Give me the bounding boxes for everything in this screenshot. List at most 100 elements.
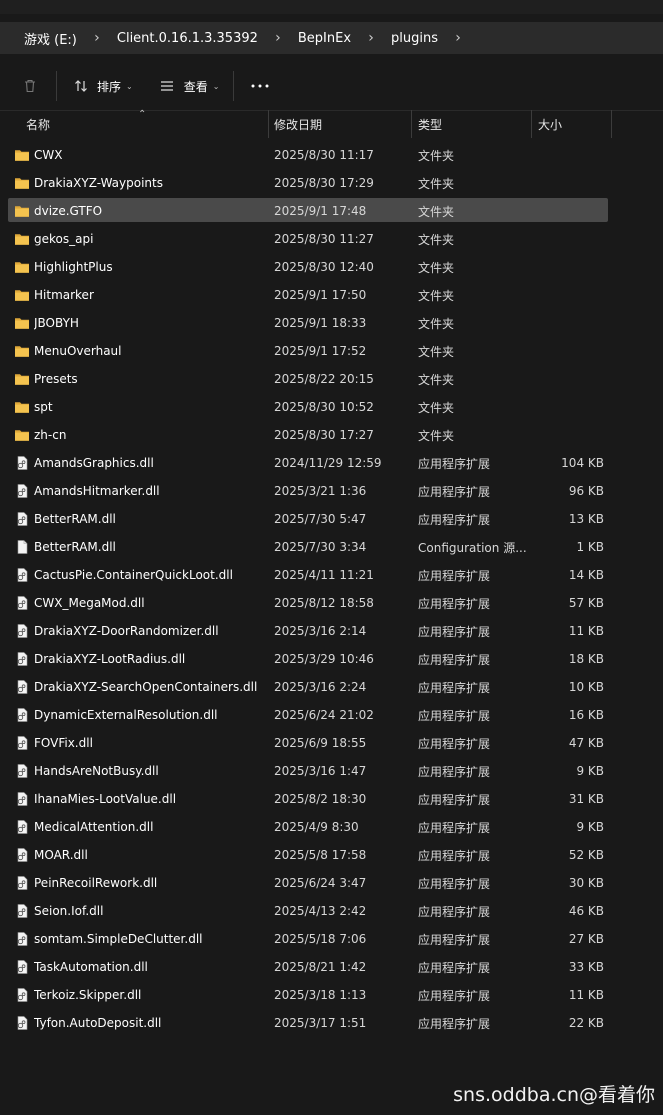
file-row[interactable]: MenuOverhaul 2025/9/1 17:52 文件夹 <box>0 337 663 365</box>
file-row[interactable]: FOVFix.dll 2025/6/9 18:55 应用程序扩展 47 KB <box>0 729 663 757</box>
file-type: Configuration 源... <box>418 540 526 555</box>
folder-icon <box>15 402 29 413</box>
file-date: 2025/6/24 3:47 <box>274 876 367 890</box>
file-type: 应用程序扩展 <box>418 904 491 919</box>
file-name: CactusPie.ContainerQuickLoot.dll <box>34 568 233 582</box>
file-row[interactable]: dvize.GTFO 2025/9/1 17:48 文件夹 <box>0 197 663 225</box>
delete-button[interactable] <box>12 70 48 102</box>
file-row[interactable]: DrakiaXYZ-DoorRandomizer.dll 2025/3/16 2:… <box>0 617 663 645</box>
chevron-right-icon[interactable]: › <box>444 30 472 46</box>
file-row[interactable]: Hitmarker 2025/9/1 17:50 文件夹 <box>0 281 663 309</box>
trash-icon <box>25 79 35 93</box>
file-date: 2025/5/8 17:58 <box>274 848 367 862</box>
more-options-button[interactable] <box>248 70 272 102</box>
dll-file-icon <box>17 932 28 946</box>
file-row[interactable]: zh-cn 2025/8/30 17:27 文件夹 <box>0 421 663 449</box>
header-date[interactable]: 修改日期 <box>274 110 322 138</box>
chevron-right-icon[interactable]: › <box>83 30 111 46</box>
folder-icon <box>15 318 29 329</box>
file-row[interactable]: HandsAreNotBusy.dll 2025/3/16 1:47 应用程序扩展 9… <box>0 757 663 785</box>
file-date: 2025/5/18 7:06 <box>274 932 367 946</box>
file-row[interactable]: IhanaMies-LootValue.dll 2025/8/2 18:30 应用程… <box>0 785 663 813</box>
file-row[interactable]: DrakiaXYZ-SearchOpenContainers.dll 2025/3… <box>0 673 663 701</box>
file-row[interactable]: DrakiaXYZ-Waypoints 2025/8/30 17:29 文件夹 <box>0 169 663 197</box>
file-row[interactable]: CactusPie.ContainerQuickLoot.dll 2025/4/1… <box>0 561 663 589</box>
file-date: 2025/3/16 2:24 <box>274 680 367 694</box>
file-row[interactable]: DrakiaXYZ-LootRadius.dll 2025/3/29 10:46 应… <box>0 645 663 673</box>
address-bar[interactable]: 游戏 (E:) › Client.0.16.1.3.35392 › BepInE… <box>0 22 663 54</box>
file-row[interactable]: AmandsHitmarker.dll 2025/3/21 1:36 应用程序扩展 9… <box>0 477 663 505</box>
file-name: IhanaMies-LootValue.dll <box>34 792 177 806</box>
file-date: 2025/6/9 18:55 <box>274 736 367 750</box>
file-date: 2025/4/13 2:42 <box>274 904 367 918</box>
folder-icon <box>15 290 29 301</box>
file-name: BetterRAM.dll <box>34 512 116 526</box>
header-type[interactable]: 类型 <box>418 110 442 138</box>
file-row[interactable]: TaskAutomation.dll 2025/8/21 1:42 应用程序扩展 33… <box>0 953 663 981</box>
file-row[interactable]: somtam.SimpleDeClutter.dll 2025/5/18 7:06… <box>0 925 663 953</box>
file-date: 2025/8/30 17:27 <box>274 428 374 442</box>
column-divider[interactable] <box>411 110 412 138</box>
file-name: DrakiaXYZ-DoorRandomizer.dll <box>34 624 219 638</box>
file-row[interactable]: gekos_api 2025/8/30 11:27 文件夹 <box>0 225 663 253</box>
file-icon <box>17 540 28 554</box>
breadcrumb-drive[interactable]: 游戏 (E:) › <box>0 22 111 54</box>
file-row[interactable]: MOAR.dll 2025/5/8 17:58 应用程序扩展 52 KB <box>0 841 663 869</box>
file-row[interactable]: CWX_MegaMod.dll 2025/8/12 18:58 应用程序扩展 57 K… <box>0 589 663 617</box>
chevron-right-icon[interactable]: › <box>357 30 385 46</box>
file-size <box>530 141 604 169</box>
file-row[interactable]: Terkoiz.Skipper.dll 2025/3/18 1:13 应用程序扩展 1… <box>0 981 663 1009</box>
file-row[interactable]: Presets 2025/8/22 20:15 文件夹 <box>0 365 663 393</box>
file-row[interactable]: HighlightPlus 2025/8/30 12:40 文件夹 <box>0 253 663 281</box>
file-row[interactable]: BetterRAM.dll 2025/7/30 3:34 Configuration… <box>0 533 663 561</box>
dll-file-icon <box>17 848 28 862</box>
chevron-right-icon[interactable]: › <box>264 30 292 46</box>
column-divider[interactable] <box>531 110 532 138</box>
file-type: 应用程序扩展 <box>418 792 491 807</box>
column-divider[interactable] <box>611 110 612 138</box>
file-row[interactable]: Tyfon.AutoDeposit.dll 2025/3/17 1:51 应用程序扩… <box>0 1009 663 1037</box>
dll-file-icon <box>17 512 28 526</box>
file-type: 文件夹 <box>418 372 455 387</box>
folder-icon <box>15 262 29 273</box>
file-row[interactable]: MedicalAttention.dll 2025/4/9 8:30 应用程序扩展 9… <box>0 813 663 841</box>
file-type: 应用程序扩展 <box>418 960 491 975</box>
column-divider[interactable] <box>268 110 269 138</box>
file-type: 文件夹 <box>418 288 455 303</box>
breadcrumb-plugins[interactable]: plugins › <box>385 22 472 54</box>
file-type: 应用程序扩展 <box>418 708 491 723</box>
file-size: 30 KB <box>568 876 604 890</box>
file-date: 2025/8/21 1:42 <box>274 960 367 974</box>
file-size: 13 KB <box>568 512 604 526</box>
view-button[interactable]: 查看 ⌄ <box>159 70 219 102</box>
file-type: 应用程序扩展 <box>418 652 491 667</box>
file-row[interactable]: BetterRAM.dll 2025/7/30 5:47 应用程序扩展 13 KB <box>0 505 663 533</box>
breadcrumb-bepinex[interactable]: BepInEx › <box>292 22 385 54</box>
file-row[interactable]: DynamicExternalResolution.dll 2025/6/24 2… <box>0 701 663 729</box>
file-row[interactable]: JBOBYH 2025/9/1 18:33 文件夹 <box>0 309 663 337</box>
file-name: zh-cn <box>34 428 67 442</box>
file-size <box>530 253 604 281</box>
toolbar-divider <box>233 71 235 101</box>
file-date: 2024/11/29 12:59 <box>274 456 382 470</box>
file-row[interactable]: spt 2025/8/30 10:52 文件夹 <box>0 393 663 421</box>
file-size: 27 KB <box>568 932 604 946</box>
file-type: 应用程序扩展 <box>418 512 491 527</box>
file-date: 2025/8/30 11:17 <box>274 148 374 162</box>
breadcrumb-client[interactable]: Client.0.16.1.3.35392 › <box>111 22 292 54</box>
header-name[interactable]: 名称 <box>26 110 50 138</box>
folder-icon <box>15 206 29 217</box>
sort-button[interactable]: 排序 ⌄ <box>73 70 133 102</box>
file-type: 应用程序扩展 <box>418 1016 491 1031</box>
file-row[interactable]: AmandsGraphics.dll 2024/11/29 12:59 应用程序扩展… <box>0 449 663 477</box>
dll-file-icon <box>17 568 28 582</box>
toolbar-divider <box>56 71 57 101</box>
file-row[interactable]: CWX 2025/8/30 11:17 文件夹 <box>0 141 663 169</box>
file-name: Hitmarker <box>34 288 94 302</box>
file-row[interactable]: Seion.Iof.dll 2025/4/13 2:42 应用程序扩展 46 KB <box>0 897 663 925</box>
header-size[interactable]: 大小 <box>538 110 562 138</box>
breadcrumb-label: 游戏 (E:) <box>24 32 77 48</box>
file-size <box>530 393 604 421</box>
dll-file-icon <box>17 988 28 1002</box>
file-row[interactable]: PeinRecoilRework.dll 2025/6/24 3:47 应用程序扩展… <box>0 869 663 897</box>
